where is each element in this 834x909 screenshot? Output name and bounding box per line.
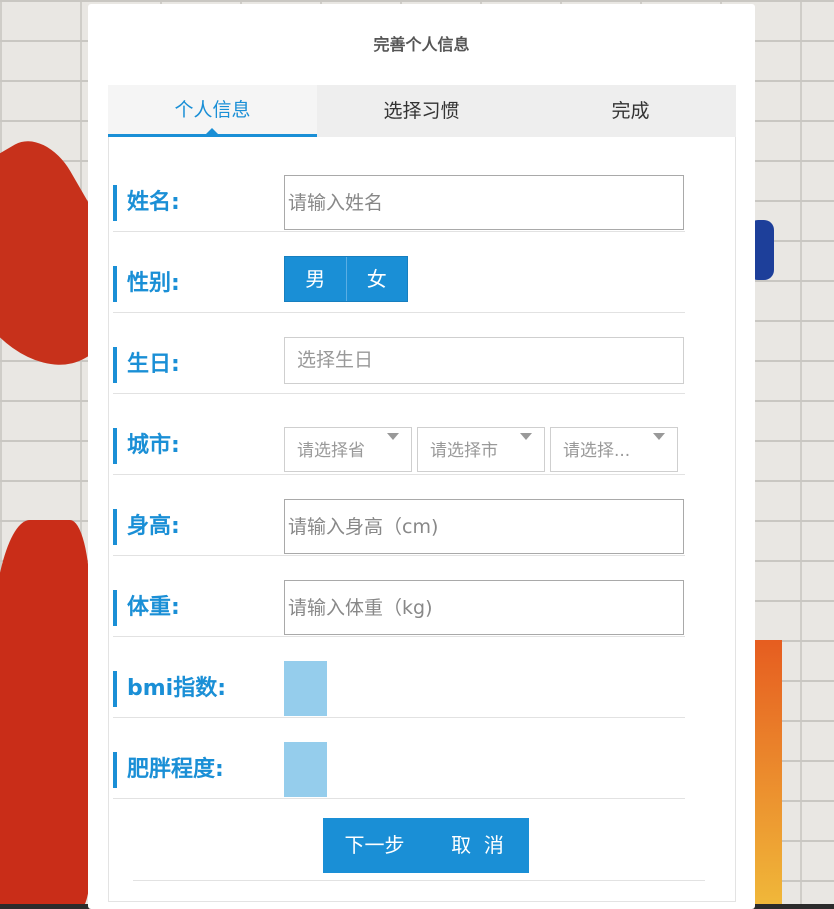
dropdown-arrow-icon	[387, 433, 399, 440]
form-row-birthday: 生日: 选择生日	[113, 312, 685, 394]
gender-toggle: 男 女	[284, 256, 408, 302]
weight-input[interactable]	[284, 580, 684, 635]
step-tabs: 个人信息 选择习惯 完成	[108, 85, 736, 137]
name-input[interactable]	[284, 175, 684, 230]
obesity-label: 肥胖程度:	[113, 752, 273, 788]
form-row-gender: 性别: 男 女	[113, 231, 685, 313]
modal-title: 完善个人信息	[373, 35, 470, 54]
decor-yellow-shape	[752, 640, 782, 909]
bmi-label: bmi指数:	[113, 671, 273, 707]
decor-cyclist-figure	[0, 520, 90, 909]
obesity-value-box	[284, 742, 327, 797]
profile-modal: 完善个人信息 个人信息 选择习惯 完成 姓名: 性别: 男 女 生日: 选择生日…	[88, 4, 755, 909]
bmi-value-box	[284, 661, 327, 716]
birthday-picker[interactable]: 选择生日	[284, 337, 684, 384]
city-label: 城市:	[113, 428, 273, 464]
tab-personal-info[interactable]: 个人信息	[108, 85, 317, 137]
city-select[interactable]: 请选择市	[417, 427, 545, 472]
height-label: 身高:	[113, 509, 273, 545]
form-row-city: 城市: 请选择省 请选择市 请选择...	[113, 393, 685, 475]
province-select[interactable]: 请选择省	[284, 427, 412, 472]
action-buttons: 下一步 取 消	[323, 818, 529, 873]
tab-choose-habits[interactable]: 选择习惯	[317, 85, 526, 137]
gender-label: 性别:	[113, 266, 273, 302]
gender-male-button[interactable]: 男	[285, 257, 346, 301]
divider	[133, 880, 705, 881]
form-row-name: 姓名:	[113, 150, 685, 232]
name-label: 姓名:	[113, 185, 273, 221]
tab-label: 个人信息	[174, 99, 251, 121]
dropdown-arrow-icon	[520, 433, 532, 440]
form-row-obesity: 肥胖程度:	[113, 717, 685, 799]
form-row-weight: 体重:	[113, 555, 685, 637]
district-select-text: 请选择...	[563, 441, 631, 461]
gender-female-button[interactable]: 女	[345, 257, 408, 301]
district-select[interactable]: 请选择...	[550, 427, 678, 472]
cancel-button[interactable]: 取 消	[426, 818, 529, 873]
tab-label: 选择习惯	[383, 100, 460, 122]
weight-label: 体重:	[113, 590, 273, 626]
dropdown-arrow-icon	[653, 433, 665, 440]
birthday-label: 生日:	[113, 347, 273, 383]
form-row-bmi: bmi指数:	[113, 636, 685, 718]
active-caret-icon	[206, 128, 218, 134]
city-select-text: 请选择市	[430, 441, 498, 461]
tab-complete[interactable]: 完成	[526, 85, 735, 137]
height-input[interactable]	[284, 499, 684, 554]
form-row-height: 身高:	[113, 474, 685, 556]
next-step-button[interactable]: 下一步	[323, 818, 426, 873]
province-select-text: 请选择省	[297, 441, 365, 461]
tab-label: 完成	[611, 100, 650, 122]
